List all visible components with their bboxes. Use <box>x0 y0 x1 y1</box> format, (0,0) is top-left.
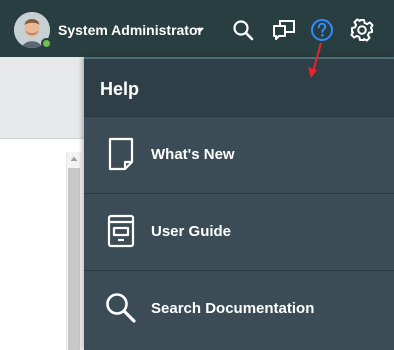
help-panel: Help What's New User Guide Search Docume… <box>84 57 394 350</box>
help-item-search-documentation[interactable]: Search Documentation <box>84 270 394 347</box>
help-item-whats-new[interactable]: What's New <box>84 116 394 193</box>
help-item-label: User Guide <box>151 223 232 240</box>
help-item-label: Search Documentation <box>151 300 315 317</box>
presence-indicator <box>41 38 52 49</box>
help-item-user-guide[interactable]: User Guide <box>84 193 394 270</box>
document-icon <box>104 137 138 171</box>
scroll-up-arrow-icon[interactable] <box>66 152 82 166</box>
help-panel-title: Help <box>100 79 140 99</box>
top-header: System Administrator <box>0 0 394 57</box>
guide-icon <box>104 214 138 248</box>
content-header-area <box>0 57 84 139</box>
help-item-label: What's New <box>151 146 235 163</box>
gear-icon[interactable] <box>350 18 374 42</box>
scrollbar-thumb[interactable] <box>68 168 80 350</box>
user-name[interactable]: System Administrator <box>58 22 203 38</box>
search-icon[interactable] <box>231 18 255 42</box>
help-panel-header: Help <box>84 57 394 116</box>
search-icon <box>104 291 138 325</box>
chat-icon[interactable] <box>272 18 296 42</box>
chevron-down-icon[interactable] <box>195 25 205 35</box>
help-icon[interactable] <box>310 18 334 42</box>
